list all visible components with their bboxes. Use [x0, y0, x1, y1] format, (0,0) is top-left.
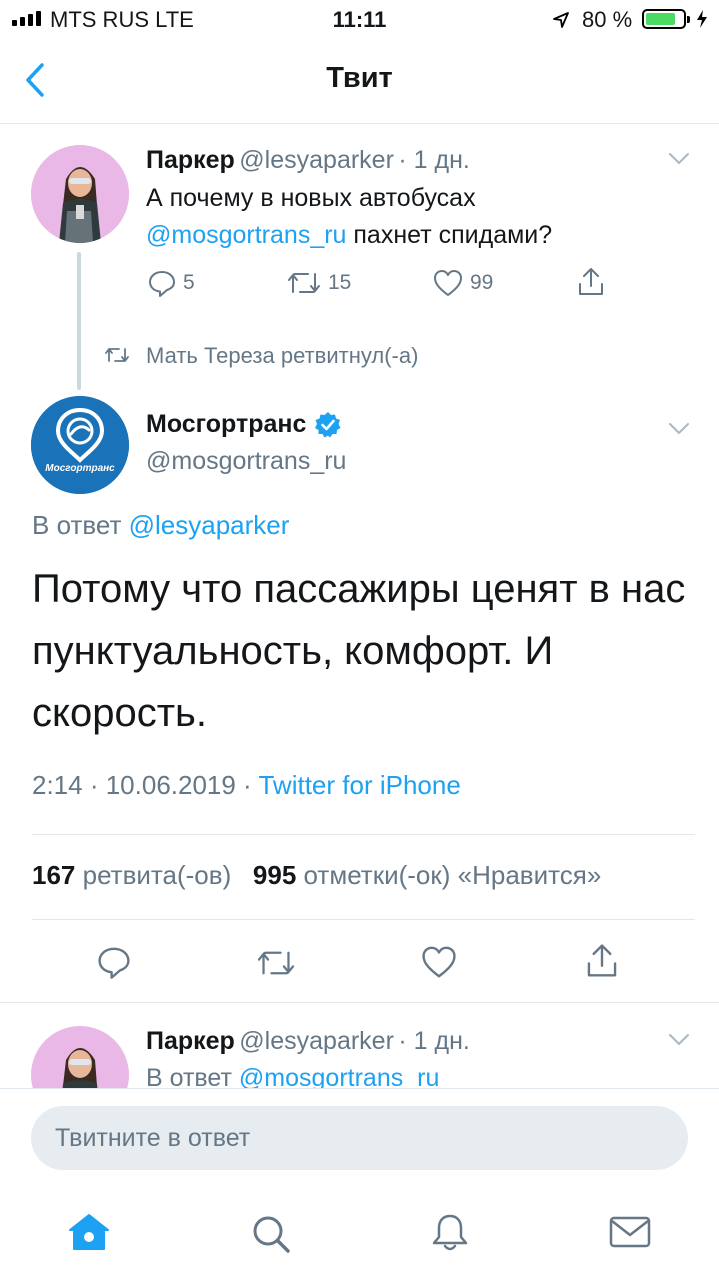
verified-badge-icon: [315, 411, 341, 437]
reply-context-prefix: В ответ: [32, 510, 129, 540]
reply-action[interactable]: 5: [147, 268, 195, 298]
retweet-note[interactable]: Мать Тереза ретвитнул(-а): [146, 343, 418, 369]
tweet-text-line: А почему в новых автобусах: [146, 184, 476, 212]
page-title: Твит: [326, 62, 393, 94]
author-name[interactable]: Паркер: [146, 146, 235, 174]
divider: [32, 919, 695, 920]
mention-link[interactable]: @mosgortrans_ru: [146, 221, 346, 249]
retweet-action[interactable]: 15: [286, 268, 351, 298]
tweet-time: · 1 дн.: [398, 146, 470, 174]
retweet-count: 15: [328, 271, 352, 294]
like-total-label: отметки(-ок) «Нравится»: [296, 860, 602, 890]
search-icon[interactable]: [250, 1213, 292, 1253]
avatar[interactable]: Мосгортранс: [31, 396, 129, 494]
tweet-text-rest: пахнет спидами?: [346, 221, 553, 249]
retweets-stat[interactable]: 167 ретвита(-ов): [32, 860, 231, 890]
reply-count: 5: [183, 271, 195, 294]
share-icon[interactable]: [584, 942, 620, 980]
tweet-source-link[interactable]: Twitter for iPhone: [258, 770, 460, 800]
thread-connector: [77, 252, 81, 390]
reply-icon: [149, 271, 175, 297]
retweet-total: 167: [32, 860, 76, 890]
like-count: 99: [470, 271, 494, 294]
chevron-down-icon[interactable]: [668, 1033, 690, 1047]
chevron-down-icon[interactable]: [668, 422, 690, 436]
tweet-header: Паркер @lesyaparker · 1 дн.: [146, 146, 470, 175]
battery-icon: [642, 9, 690, 29]
author-name[interactable]: Мосгортранс: [146, 410, 306, 439]
heart-icon: [434, 270, 462, 296]
mosgortrans-logo: [31, 396, 129, 494]
like-action[interactable]: 99: [432, 268, 493, 298]
tweet-text: А почему в новых автобусах @mosgortrans_…: [146, 180, 666, 254]
divider: [0, 1002, 719, 1003]
share-icon[interactable]: [576, 266, 606, 298]
retweet-icon: [288, 273, 320, 293]
tweet-header: Мосгортранс: [146, 410, 342, 439]
retweet-total-label: ретвита(-ов): [75, 860, 232, 890]
reply-icon[interactable]: [96, 944, 132, 980]
avatar-photo: [31, 145, 129, 243]
engagement-counts: 167 ретвита(-ов) 995 отметки(-ок) «Нрави…: [32, 860, 601, 891]
like-total: 995: [252, 860, 297, 890]
status-bar: MTS RUS LTE 11:11 80 %: [0, 0, 719, 40]
divider: [32, 834, 695, 835]
main-tweet-text: Потому что пассажиры ценят в нас пунктуа…: [32, 567, 686, 735]
home-icon[interactable]: [68, 1212, 110, 1252]
heart-icon[interactable]: [420, 944, 458, 980]
author-handle[interactable]: @lesyaparker: [239, 1027, 394, 1055]
author-handle[interactable]: @mosgortrans_ru: [146, 447, 346, 476]
reply-to-link[interactable]: @lesyaparker: [129, 510, 290, 540]
reply-input[interactable]: Твитните в ответ: [31, 1106, 688, 1170]
author-handle[interactable]: @lesyaparker: [239, 146, 394, 174]
chevron-down-icon[interactable]: [668, 152, 690, 166]
notifications-icon[interactable]: [430, 1212, 470, 1254]
retweet-icon[interactable]: [254, 946, 298, 980]
tweet-timestamp: 2:14 · 10.06.2019 ·: [32, 770, 259, 800]
tweet-header: Паркер @lesyaparker · 1 дн.: [146, 1027, 470, 1056]
reply-context: В ответ @lesyaparker: [32, 510, 289, 541]
location-arrow-icon: [553, 12, 569, 28]
battery-percent: 80 %: [582, 7, 633, 32]
tweet-meta: 2:14 · 10.06.2019 · Twitter for iPhone: [32, 770, 461, 801]
logo-label: Мосгортранс: [45, 463, 115, 474]
author-name[interactable]: Паркер: [146, 1027, 235, 1055]
tweet-text-line: @mosgortrans_ru пахнет спидами?: [146, 217, 666, 254]
nav-bar: Твит: [0, 40, 719, 124]
messages-icon[interactable]: [608, 1214, 652, 1250]
likes-stat[interactable]: 995 отметки(-ок) «Нравится»: [253, 860, 601, 890]
charging-bolt-icon: [697, 10, 707, 28]
retweeted-icon: [105, 348, 129, 362]
avatar[interactable]: [31, 145, 129, 243]
tweet-time: · 1 дн.: [398, 1027, 470, 1055]
